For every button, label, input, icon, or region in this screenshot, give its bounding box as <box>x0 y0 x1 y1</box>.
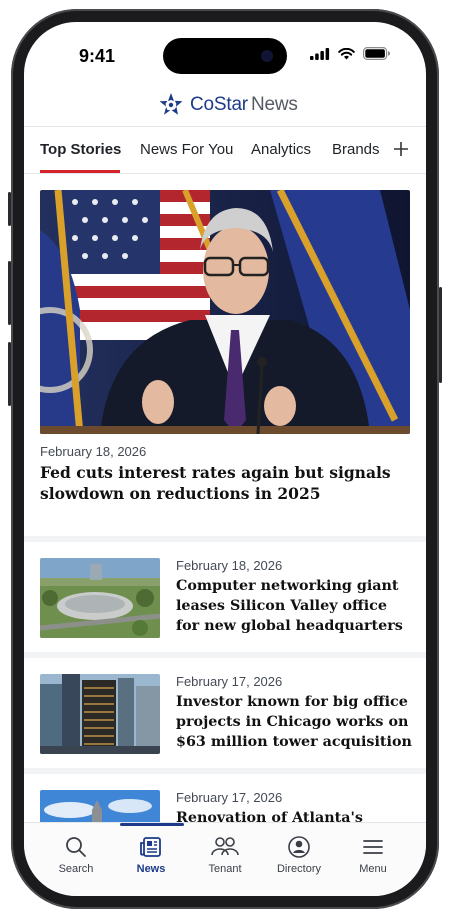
nav-menu[interactable]: Menu <box>336 835 410 875</box>
tenant-icon <box>211 837 239 856</box>
hero-article-title[interactable]: Fed cuts interest rates again but signal… <box>40 462 410 504</box>
menu-icon <box>363 840 383 854</box>
side-button <box>439 287 442 383</box>
tab-brands[interactable]: Brands <box>332 141 380 158</box>
brand-wordmark: CoStar News <box>190 94 298 116</box>
category-tabs: Top Stories News For You Analytics Brand… <box>24 127 426 174</box>
status-time: 9:41 <box>79 46 116 66</box>
hero-photo <box>40 190 410 434</box>
hero-article-date: February 18, 2026 <box>40 444 147 459</box>
news-icon <box>140 837 161 857</box>
battery-icon <box>363 47 390 60</box>
status-bar: 9:41 <box>24 22 426 86</box>
article-date: February 17, 2026 <box>176 674 283 689</box>
article-thumbnail <box>40 558 160 638</box>
news-feed[interactable]: February 18, 2026 Fed cuts interest rate… <box>24 174 426 822</box>
brand-name: CoStar <box>190 94 248 115</box>
volume-up-button <box>8 261 11 325</box>
article-thumbnail <box>40 674 160 754</box>
nav-directory[interactable]: Directory <box>262 835 336 875</box>
action-button <box>8 192 11 226</box>
nav-tenant[interactable]: Tenant <box>188 835 262 875</box>
list-item[interactable]: February 17, 2026 Investor known for big… <box>24 658 426 768</box>
article-title[interactable]: Investor known for big office projects i… <box>176 692 412 752</box>
article-date: February 18, 2026 <box>176 558 283 573</box>
wifi-icon <box>338 47 355 59</box>
dynamic-island <box>163 38 287 74</box>
tab-top-stories[interactable]: Top Stories <box>40 141 121 158</box>
article-title[interactable]: Computer networking giant leases Silicon… <box>176 576 412 636</box>
nav-search[interactable]: Search <box>39 835 113 875</box>
tab-analytics[interactable]: Analytics <box>251 141 311 158</box>
nav-label: Search <box>58 863 94 875</box>
brand-product: News <box>250 94 298 115</box>
volume-down-button <box>8 342 11 406</box>
cellular-signal-icon <box>310 47 330 60</box>
status-icons <box>310 47 390 60</box>
add-tab-button[interactable] <box>394 136 408 162</box>
article-date: February 17, 2026 <box>176 790 283 805</box>
nav-label: News <box>136 863 166 875</box>
nav-news[interactable]: News <box>114 835 188 875</box>
article-thumbnail <box>40 790 160 822</box>
nav-label: Tenant <box>208 863 242 875</box>
plus-icon <box>394 142 408 156</box>
tab-news-for-you[interactable]: News For You <box>140 141 233 158</box>
costar-logo[interactable]: CoStar News <box>158 92 298 118</box>
directory-icon <box>288 836 310 858</box>
list-item[interactable]: February 18, 2026 Computer networking gi… <box>24 542 426 652</box>
active-tab-indicator <box>40 170 120 173</box>
list-item[interactable]: February 17, 2026 Renovation of Atlanta'… <box>24 774 426 822</box>
app-header: CoStar News <box>24 86 426 127</box>
active-nav-indicator <box>120 823 184 826</box>
costar-star-icon <box>159 93 183 115</box>
search-icon <box>66 837 86 857</box>
article-title[interactable]: Renovation of Atlanta's tallest building… <box>176 808 412 822</box>
nav-label: Menu <box>359 863 387 875</box>
app-screen: 9:41 CoStar News Top Stories News For Yo… <box>24 22 426 896</box>
hero-article-image[interactable] <box>40 190 410 434</box>
bottom-tab-bar: Search News Tenant Directory Menu <box>24 822 426 896</box>
camera-icon <box>261 50 273 62</box>
nav-label: Directory <box>276 863 321 875</box>
